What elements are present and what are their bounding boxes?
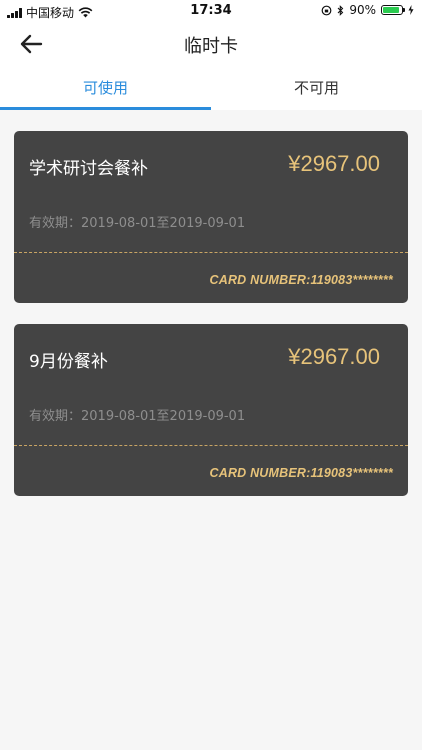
card-amount: ¥2967.00 (288, 344, 380, 369)
card-divider (14, 445, 408, 446)
bluetooth-icon (337, 4, 344, 16)
page-title: 临时卡 (184, 36, 238, 57)
card-name: 学术研讨会餐补 (29, 159, 148, 179)
card-name: 9月份餐补 (29, 352, 108, 372)
status-right: 90% (321, 3, 414, 17)
card-number: CARD NUMBER:119083******** (209, 466, 393, 480)
card-item[interactable]: 9月份餐补 ¥2967.00 有效期：2019-08-01至2019-09-01… (14, 324, 408, 496)
navigation-bar: 临时卡 (0, 22, 422, 66)
card-amount: ¥2967.00 (288, 151, 380, 176)
card-validity: 有效期：2019-08-01至2019-09-01 (29, 216, 246, 231)
tab-available[interactable]: 可使用 (0, 66, 211, 110)
card-number: CARD NUMBER:119083******** (209, 273, 393, 287)
orientation-lock-icon (321, 5, 332, 15)
battery-percent: 90% (349, 3, 376, 17)
battery-icon (381, 5, 405, 15)
status-bar: 中国移动 17:34 90% (0, 0, 422, 22)
tab-unavailable[interactable]: 不可用 (211, 66, 422, 110)
tab-bar: 可使用 不可用 (0, 66, 422, 110)
card-divider (14, 252, 408, 253)
card-validity: 有效期：2019-08-01至2019-09-01 (29, 409, 246, 424)
card-item[interactable]: 学术研讨会餐补 ¥2967.00 有效期：2019-08-01至2019-09-… (14, 131, 408, 303)
card-list: 学术研讨会餐补 ¥2967.00 有效期：2019-08-01至2019-09-… (14, 131, 408, 517)
charging-icon (408, 5, 414, 15)
battery-fill (383, 7, 400, 13)
